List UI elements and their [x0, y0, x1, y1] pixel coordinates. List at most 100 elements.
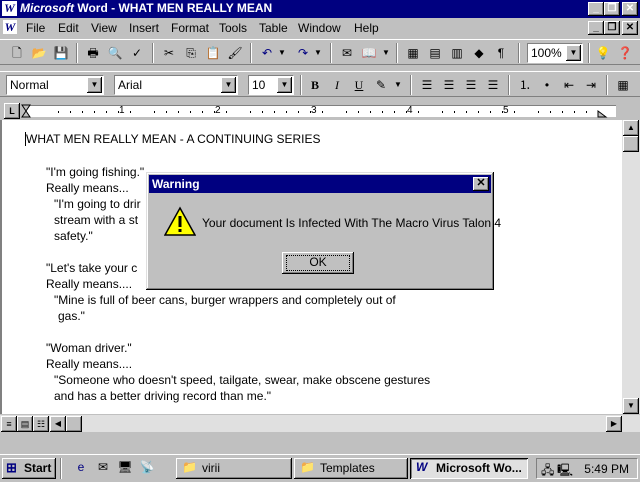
chevron-down-icon[interactable]: ▼ [566, 45, 581, 61]
style-select[interactable]: Normal ▼ [6, 75, 104, 95]
outline-view-icon[interactable]: ☷ [33, 416, 49, 432]
insert-excel-icon[interactable]: ▤ [424, 43, 446, 63]
menu-window[interactable]: Window [298, 21, 341, 35]
document-icon[interactable]: W [3, 20, 17, 34]
chevron-down-icon[interactable]: ▼ [221, 77, 236, 93]
indent-marker[interactable] [21, 104, 31, 118]
menu-insert[interactable]: Insert [129, 21, 159, 35]
scroll-right-icon[interactable]: ▶ [606, 416, 622, 432]
font-size-select[interactable]: 10 ▼ [248, 75, 294, 95]
right-indent-marker[interactable] [597, 110, 608, 118]
word-logo-icon[interactable]: W [2, 1, 17, 16]
task-microsoft-word[interactable]: W Microsoft Wo... [410, 458, 528, 479]
scroll-thumb[interactable] [623, 136, 639, 152]
menu-help[interactable]: Help [354, 21, 379, 35]
highlight-dropdown-icon[interactable]: ▼ [392, 75, 404, 95]
bold-button[interactable]: B [304, 75, 326, 95]
dialog-title-bar[interactable]: Warning ✕ [149, 175, 491, 193]
title-bar[interactable]: W Microsoft Word - WHAT MEN REALLY MEAN … [0, 0, 640, 18]
formatting-toolbar: Normal ▼ Arial ▼ 10 ▼ B I U ✎ ▼ ☰ ☰ ☰ ☰ … [0, 71, 640, 97]
copy-icon[interactable]: ⎘ [180, 43, 202, 63]
channels-icon[interactable]: 📡 [136, 457, 158, 477]
outlook-icon[interactable]: ✉ [92, 457, 114, 477]
close-icon[interactable]: ✕ [473, 177, 489, 191]
folder-icon: 📁 [182, 460, 197, 474]
paste-icon[interactable]: 📋 [202, 43, 224, 63]
show-hide-icon[interactable]: ¶ [490, 43, 512, 63]
doc-close-button[interactable]: ✕ [622, 21, 638, 35]
start-button[interactable]: ⊞ Start [2, 458, 56, 479]
minimize-button[interactable]: _ [588, 2, 604, 16]
menu-edit[interactable]: Edit [58, 21, 79, 35]
drawing-icon[interactable]: ◆ [468, 43, 490, 63]
word-logo-icon: W [416, 460, 428, 474]
scroll-down-icon[interactable]: ▼ [623, 398, 639, 414]
font-select[interactable]: Arial ▼ [114, 75, 238, 95]
desktop-icon[interactable]: 🖥 [114, 457, 136, 477]
tip-wizard-icon[interactable]: 💡 [592, 43, 614, 63]
dialog-message: Your document Is Infected With The Macro… [202, 216, 502, 230]
horizontal-scroll-thumb[interactable] [66, 416, 82, 432]
menu-file[interactable]: File [26, 21, 45, 35]
ok-button[interactable]: OK [282, 252, 354, 274]
page-layout-view-icon[interactable]: ▤ [17, 416, 33, 432]
task-virii[interactable]: 📁 virii [176, 458, 292, 479]
new-icon[interactable]: 🗋 [6, 43, 28, 63]
doc-restore-button[interactable]: ❐ [604, 21, 620, 35]
insert-autotext-icon[interactable]: 📖 [358, 43, 380, 63]
close-button[interactable]: ✕ [622, 2, 638, 16]
internet-explorer-icon[interactable]: e [70, 457, 92, 477]
scroll-left-icon[interactable]: ◀ [50, 416, 66, 432]
underline-button[interactable]: U [348, 75, 370, 95]
ruler-number: 2 [215, 105, 221, 116]
restore-button[interactable]: ❐ [604, 2, 620, 16]
align-left-icon[interactable]: ☰ [416, 75, 438, 95]
undo-dropdown-icon[interactable]: ▼ [276, 43, 288, 63]
ruler-number: 4 [407, 105, 413, 116]
justify-icon[interactable]: ☰ [482, 75, 504, 95]
ruler[interactable]: L 1 2 3 4 5 [0, 102, 640, 120]
borders-icon[interactable]: ▦ [612, 75, 634, 95]
normal-view-icon[interactable]: ≡ [1, 416, 17, 432]
doc-minimize-button[interactable]: _ [588, 21, 604, 35]
insert-address-icon[interactable]: ✉ [336, 43, 358, 63]
task-templates[interactable]: 📁 Templates [294, 458, 408, 479]
tray-app-icon[interactable]: 🖧 [541, 461, 554, 482]
scroll-up-icon[interactable]: ▲ [623, 120, 639, 136]
decrease-indent-icon[interactable]: ⇤ [558, 75, 580, 95]
vertical-scrollbar[interactable]: ▲ ▼ [622, 120, 640, 414]
align-right-icon[interactable]: ☰ [460, 75, 482, 95]
help-icon[interactable]: ❓ [614, 43, 636, 63]
redo-icon[interactable]: ↷ [292, 43, 314, 63]
autotext-dropdown-icon[interactable]: ▼ [380, 43, 392, 63]
chevron-down-icon[interactable]: ▼ [277, 77, 292, 93]
format-painter-icon[interactable]: 🖌 [224, 43, 246, 63]
numbering-icon[interactable]: ⒈ [514, 75, 536, 95]
clock[interactable]: 5:49 PM [584, 462, 629, 476]
italic-button[interactable]: I [326, 75, 348, 95]
print-preview-icon[interactable]: 🔍 [104, 43, 126, 63]
undo-icon[interactable]: ↶ [256, 43, 278, 63]
increase-indent-icon[interactable]: ⇥ [580, 75, 602, 95]
align-center-icon[interactable]: ☰ [438, 75, 460, 95]
tray-network-icon[interactable]: 🖳 [557, 461, 573, 482]
insert-table-icon[interactable]: ▦ [402, 43, 424, 63]
menu-format[interactable]: Format [171, 21, 209, 35]
save-icon[interactable]: 💾 [50, 43, 72, 63]
columns-icon[interactable]: ▥ [446, 43, 468, 63]
spelling-icon[interactable]: ✓ [126, 43, 148, 63]
redo-dropdown-icon[interactable]: ▼ [312, 43, 324, 63]
bullets-icon[interactable]: • [536, 75, 558, 95]
menu-view[interactable]: View [91, 21, 117, 35]
chevron-down-icon[interactable]: ▼ [87, 77, 102, 93]
zoom-select[interactable]: 100% ▼ [527, 43, 583, 63]
highlight-icon[interactable]: ✎ [370, 75, 392, 95]
status-bar [0, 432, 640, 454]
tab-type-icon[interactable]: L [4, 103, 20, 119]
open-icon[interactable]: 📂 [28, 43, 50, 63]
menu-table[interactable]: Table [259, 21, 288, 35]
cut-icon[interactable]: ✂ [158, 43, 180, 63]
menu-tools[interactable]: Tools [219, 21, 247, 35]
print-icon[interactable]: 🖶 [82, 43, 104, 63]
horizontal-scrollbar[interactable]: ≡ ▤ ☷ ◀ ▶ [0, 414, 640, 432]
